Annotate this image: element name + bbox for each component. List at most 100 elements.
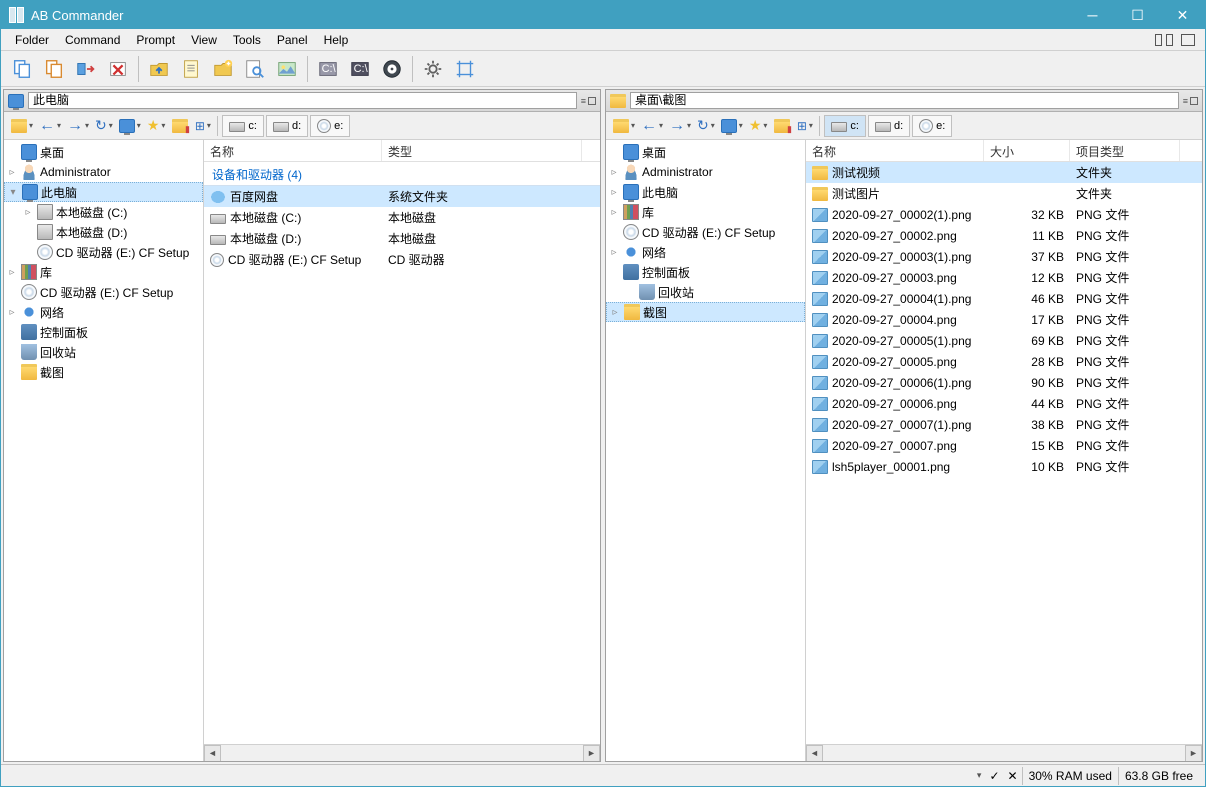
tree-item[interactable]: CD 驱动器 (E:) CF Setup [606,222,805,242]
expand-icon[interactable]: ▾ [7,187,19,198]
nav-filter-button[interactable]: ▮ [168,115,190,137]
list-header[interactable]: 名称大小项目类型 [806,140,1202,162]
column-header[interactable]: 名称 [806,140,984,161]
cmd-button[interactable]: C:\ [313,54,343,84]
list-row[interactable]: CD 驱动器 (E:) CF SetupCD 驱动器 [204,249,600,270]
new-folder-button[interactable] [208,54,238,84]
list-row[interactable]: 2020-09-27_00004.png17 KBPNG 文件 [806,309,1202,330]
tree-item[interactable]: 本地磁盘 (D:) [4,222,203,242]
expand-icon[interactable]: ▹ [608,247,620,258]
status-close-icon[interactable]: ✕ [1004,769,1022,783]
list-row[interactable]: 2020-09-27_00006.png44 KBPNG 文件 [806,393,1202,414]
notes-button[interactable] [176,54,206,84]
expand-icon[interactable]: ▹ [6,167,18,178]
layout-vertical-icon[interactable] [1166,34,1173,46]
nav-monitor-button[interactable]: ▾ [116,115,143,137]
column-header[interactable]: 大小 [984,140,1070,161]
path-menu-icon[interactable] [588,97,596,105]
folder-up-button[interactable] [144,54,174,84]
path-menu-icon[interactable] [1190,97,1198,105]
drive-c-button[interactable]: c: [222,115,264,137]
menu-folder[interactable]: Folder [7,31,57,49]
nav-folder-up-button[interactable]: ▾ [8,115,35,137]
nav-favorite-button[interactable]: ★▾ [746,115,770,137]
expand-icon[interactable]: ▹ [22,207,34,218]
copy2-button[interactable] [39,54,69,84]
drive-e-button[interactable]: e: [310,115,350,137]
column-header[interactable]: 项目类型 [1070,140,1180,161]
tree-item[interactable]: ▹库 [606,202,805,222]
tree-item[interactable]: ▾此电脑 [4,182,203,202]
nav-folder-up-button[interactable]: ▾ [610,115,637,137]
close-button[interactable]: ✕ [1160,1,1205,29]
disk-button[interactable] [377,54,407,84]
list-body[interactable]: 设备和驱动器 (4)百度网盘系统文件夹本地磁盘 (C:)本地磁盘本地磁盘 (D:… [204,162,600,744]
nav-filter-button[interactable]: ▮ [770,115,792,137]
nav-view-button[interactable]: ⊞▾ [793,115,815,137]
minimize-button[interactable]: ─ [1070,1,1115,29]
list-row[interactable]: 2020-09-27_00005.png28 KBPNG 文件 [806,351,1202,372]
menu-help[interactable]: Help [316,31,357,49]
tree-item[interactable]: ▹网络 [4,302,203,322]
list-row[interactable]: 测试视频文件夹 [806,162,1202,183]
cmd2-button[interactable]: C:\ [345,54,375,84]
menu-view[interactable]: View [183,31,225,49]
nav-back-button[interactable]: ←▾ [638,115,665,137]
nav-back-button[interactable]: ←▾ [36,115,63,137]
column-header[interactable]: 类型 [382,140,582,161]
list-header[interactable]: 名称类型 [204,140,600,162]
expand-icon[interactable]: ▹ [6,307,18,318]
gear-button[interactable] [418,54,448,84]
menu-panel[interactable]: Panel [269,31,316,49]
path-input[interactable]: 桌面\截图 [630,92,1179,109]
drive-d-button[interactable]: d: [868,115,910,137]
column-header[interactable]: 名称 [204,140,382,161]
status-dropdown[interactable]: ▾ [973,770,986,781]
menu-command[interactable]: Command [57,31,128,49]
list-row[interactable]: 2020-09-27_00003.png12 KBPNG 文件 [806,267,1202,288]
tree-item[interactable]: ▹库 [4,262,203,282]
layout-horizontal-icon[interactable] [1181,34,1195,46]
tree-item[interactable]: 控制面板 [606,262,805,282]
list-row[interactable]: 2020-09-27_00003(1).png37 KBPNG 文件 [806,246,1202,267]
tree-item[interactable]: 桌面 [606,142,805,162]
list-body[interactable]: 测试视频文件夹测试图片文件夹2020-09-27_00002(1).png32 … [806,162,1202,744]
nav-refresh-button[interactable]: ↻▾ [92,115,115,137]
tree-item[interactable]: 控制面板 [4,322,203,342]
list-row[interactable]: 2020-09-27_00007.png15 KBPNG 文件 [806,435,1202,456]
nav-favorite-button[interactable]: ★▾ [144,115,168,137]
menu-prompt[interactable]: Prompt [128,31,183,49]
layout-toggle-icons[interactable] [1155,34,1199,46]
tree-item[interactable]: CD 驱动器 (E:) CF Setup [4,242,203,262]
tree-item[interactable]: ▹本地磁盘 (C:) [4,202,203,222]
horizontal-scrollbar[interactable]: ◄► [204,744,600,761]
list-row[interactable]: 本地磁盘 (C:)本地磁盘 [204,207,600,228]
group-header[interactable]: 设备和驱动器 (4) [204,162,600,186]
list-row[interactable]: 测试图片文件夹 [806,183,1202,204]
tree-item[interactable]: CD 驱动器 (E:) CF Setup [4,282,203,302]
nav-forward-button[interactable]: →▾ [64,115,91,137]
nav-forward-button[interactable]: →▾ [666,115,693,137]
tree-item[interactable]: ▹Administrator [606,162,805,182]
folder-tree[interactable]: 桌面▹Administrator▹此电脑▹库CD 驱动器 (E:) CF Set… [606,140,806,761]
tree-item[interactable]: 截图 [4,362,203,382]
tree-item[interactable]: 桌面 [4,142,203,162]
folder-tree[interactable]: 桌面▹Administrator▾此电脑▹本地磁盘 (C:)本地磁盘 (D:)C… [4,140,204,761]
layout-vertical-icon[interactable] [1155,34,1162,46]
drive-c-button[interactable]: c: [824,115,866,137]
horizontal-scrollbar[interactable]: ◄► [806,744,1202,761]
search-button[interactable] [240,54,270,84]
tree-item[interactable]: ▹网络 [606,242,805,262]
list-row[interactable]: 2020-09-27_00005(1).png69 KBPNG 文件 [806,330,1202,351]
tree-item[interactable]: 回收站 [4,342,203,362]
delete-button[interactable] [103,54,133,84]
crop-button[interactable] [450,54,480,84]
expand-icon[interactable]: ▹ [609,307,621,318]
nav-monitor-button[interactable]: ▾ [718,115,745,137]
expand-icon[interactable]: ▹ [608,187,620,198]
nav-view-button[interactable]: ⊞▾ [191,115,213,137]
tree-item[interactable]: 回收站 [606,282,805,302]
drive-e-button[interactable]: e: [912,115,952,137]
image-button[interactable] [272,54,302,84]
menu-tools[interactable]: Tools [225,31,269,49]
